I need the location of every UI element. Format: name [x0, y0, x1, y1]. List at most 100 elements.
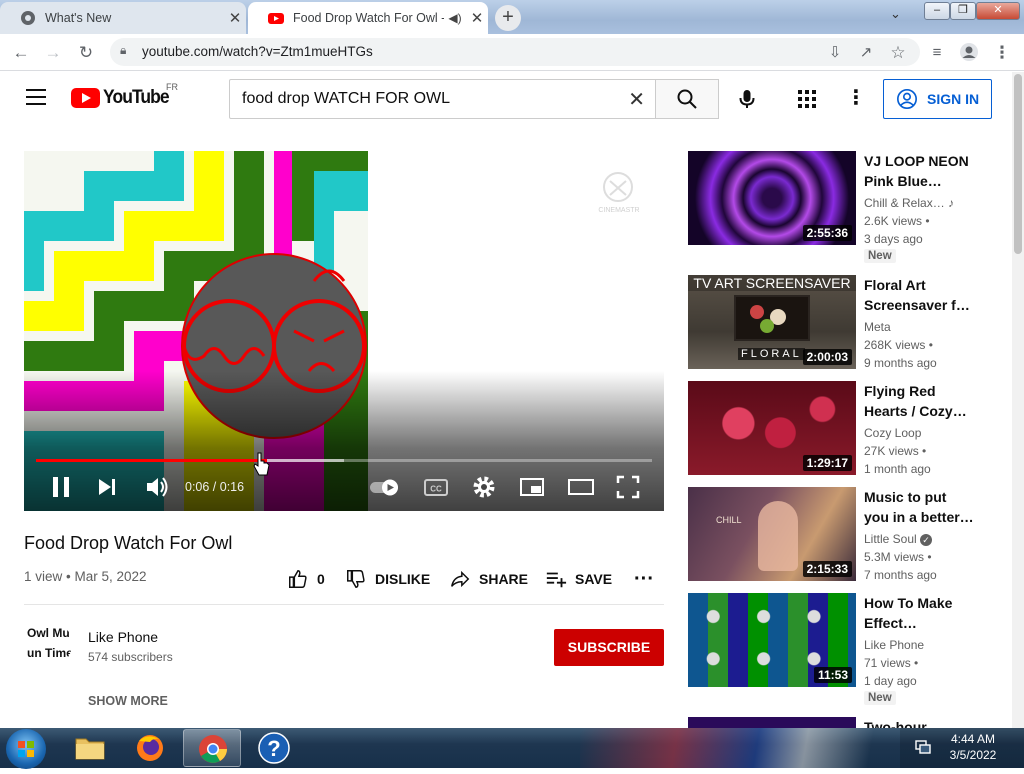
related-channel: Little Soul ✓ [864, 532, 933, 546]
divider [24, 604, 664, 605]
youtube-play-logo-icon [71, 88, 100, 108]
hamburger-menu-icon[interactable] [26, 89, 46, 105]
related-video-item[interactable]: CHILL 2:15:33 Music to put you in a bett… [688, 487, 978, 587]
thumbnail-caption: CHILL [716, 515, 742, 525]
related-video-title[interactable]: How To Make Effect… [864, 593, 974, 633]
related-video-item[interactable]: Two-hour [688, 717, 978, 728]
progress-bar[interactable] [36, 459, 652, 462]
related-video-title[interactable]: Flying Red Hearts / Cozy… [864, 381, 974, 421]
video-duration: 2:00:03 [802, 349, 852, 365]
theater-mode-icon[interactable] [566, 473, 596, 501]
search-input[interactable]: food drop WATCH FOR OWL ✕ [229, 79, 656, 119]
related-video-item[interactable]: TV ART SCREENSAVER FLORAL 2:00:03 Floral… [688, 275, 978, 375]
share-label: SHARE [479, 571, 529, 587]
tab-title: What's New [45, 11, 112, 25]
sign-in-button[interactable]: SIGN IN [883, 79, 992, 119]
video-thumbnail[interactable]: CHILL 2:15:33 [688, 487, 856, 581]
youtube-logo[interactable]: YouTube FR [71, 82, 178, 109]
related-video-title[interactable]: VJ LOOP NEON Pink Blue… [864, 151, 974, 191]
related-video-title[interactable]: Music to put you in a better… [864, 487, 974, 527]
taskbar-chrome[interactable] [183, 729, 241, 767]
video-player[interactable]: CINEMASTR 0:06 / 0:16 CC [24, 151, 664, 511]
address-bar[interactable]: 🔒︎ youtube.com/watch?v=Ztm1mueHTGs [110, 38, 920, 66]
channel-avatar[interactable]: Owl Mu un Time [24, 620, 72, 668]
related-channel-name: Chill & Relax… [864, 196, 945, 210]
window-minimize-button[interactable]: – [924, 2, 950, 20]
more-actions-icon[interactable]: ··· [634, 568, 654, 590]
fullscreen-icon[interactable] [614, 473, 642, 501]
related-age: 3 days ago [864, 232, 923, 246]
microphone-icon[interactable] [735, 87, 759, 111]
tab-whats-new[interactable]: What's New ✕ [0, 2, 246, 34]
related-channel: Like Phone [864, 638, 925, 652]
video-thumbnail[interactable] [688, 717, 856, 728]
tab-food-drop[interactable]: Food Drop Watch For Owl - ◀) ✕ [248, 2, 488, 34]
related-video-item[interactable]: 11:53 How To Make Effect… Like Phone 71 … [688, 593, 978, 705]
taskbar-firefox[interactable] [121, 729, 179, 767]
window-close-button[interactable]: ✕ [976, 2, 1020, 20]
related-video-title[interactable]: Floral Art Screensaver f… [864, 275, 974, 315]
channel-name[interactable]: Like Phone [88, 629, 158, 645]
back-arrow-icon[interactable]: ← [10, 42, 32, 64]
settings-more-icon[interactable]: ⋮ [846, 85, 866, 113]
media-controls-icon[interactable]: ≡ [926, 42, 948, 64]
share-page-icon[interactable]: ↗ [855, 42, 877, 64]
subscribe-button[interactable]: SUBSCRIBE [554, 629, 664, 666]
related-channel: Cozy Loop [864, 426, 922, 440]
save-label: SAVE [575, 571, 613, 587]
dislike-button[interactable]: DISLIKE [345, 569, 430, 589]
video-duration: 1:29:17 [802, 455, 852, 471]
search-button[interactable] [655, 79, 719, 119]
video-duration: 2:15:33 [802, 561, 852, 577]
search-query[interactable]: food drop WATCH FOR OWL [242, 90, 450, 108]
subtitles-icon[interactable]: CC [422, 473, 450, 501]
new-tab-button[interactable]: + [495, 5, 521, 31]
network-icon[interactable] [914, 738, 932, 756]
close-tab-icon[interactable]: ✕ [466, 9, 488, 27]
browser-menu-icon[interactable]: ⋮ [991, 42, 1013, 64]
video-thumbnail[interactable]: 1:29:17 [688, 381, 856, 475]
lock-icon[interactable]: 🔒︎ [120, 43, 126, 58]
browser-tab-strip: What's New ✕ Food Drop Watch For Owl - ◀… [0, 0, 1024, 34]
related-age: 9 months ago [864, 356, 937, 370]
settings-gear-icon[interactable] [470, 473, 498, 501]
video-thumbnail[interactable]: TV ART SCREENSAVER FLORAL 2:00:03 [688, 275, 856, 369]
forward-arrow-icon[interactable]: → [42, 42, 64, 64]
taskbar-help[interactable]: ? [245, 729, 303, 767]
tab-search-chevron-icon[interactable]: ⌄ [890, 6, 901, 22]
start-button[interactable] [6, 729, 46, 769]
apps-grid-icon[interactable] [797, 89, 817, 109]
miniplayer-icon[interactable] [518, 473, 546, 501]
next-video-icon[interactable] [96, 473, 120, 501]
taskbar-clock[interactable]: 4:44 AM 3/5/2022 [938, 731, 1008, 763]
svg-text:?: ? [267, 736, 280, 761]
like-button[interactable]: 0 [287, 569, 325, 589]
show-more-button[interactable]: SHOW MORE [88, 694, 168, 708]
related-views: 71 views • [864, 656, 919, 670]
firefox-icon [137, 735, 163, 761]
new-badge: New [864, 691, 896, 705]
autoplay-toggle[interactable] [368, 473, 404, 501]
bookmark-star-icon[interactable]: ☆ [887, 42, 909, 64]
install-app-icon[interactable]: ⇩ [824, 42, 846, 64]
video-title: Food Drop Watch For Owl [24, 533, 233, 553]
save-button[interactable]: SAVE [545, 569, 612, 589]
pause-icon[interactable] [50, 473, 74, 501]
clear-search-icon[interactable]: ✕ [628, 87, 645, 112]
url-text[interactable]: youtube.com/watch?v=Ztm1mueHTGs [142, 44, 373, 59]
video-thumbnail[interactable]: 11:53 [688, 593, 856, 687]
volume-icon[interactable] [144, 473, 170, 501]
audio-playing-icon[interactable]: ◀) [444, 11, 466, 25]
taskbar-explorer[interactable] [61, 729, 119, 767]
close-tab-icon[interactable]: ✕ [224, 9, 246, 27]
share-button[interactable]: SHARE [449, 569, 528, 589]
profile-icon[interactable] [958, 42, 980, 64]
related-video-item[interactable]: 1:29:17 Flying Red Hearts / Cozy… Cozy L… [688, 381, 978, 481]
reload-icon[interactable]: ↻ [75, 42, 97, 64]
video-thumbnail[interactable]: 2:55:36 [688, 151, 856, 245]
related-video-title[interactable]: Two-hour [864, 717, 974, 728]
related-views: 27K views • [864, 444, 927, 458]
related-video-item[interactable]: 2:55:36 VJ LOOP NEON Pink Blue… Chill & … [688, 151, 978, 263]
scrollbar-thumb[interactable] [1014, 74, 1022, 254]
window-maximize-button[interactable]: ❐ [950, 2, 976, 20]
